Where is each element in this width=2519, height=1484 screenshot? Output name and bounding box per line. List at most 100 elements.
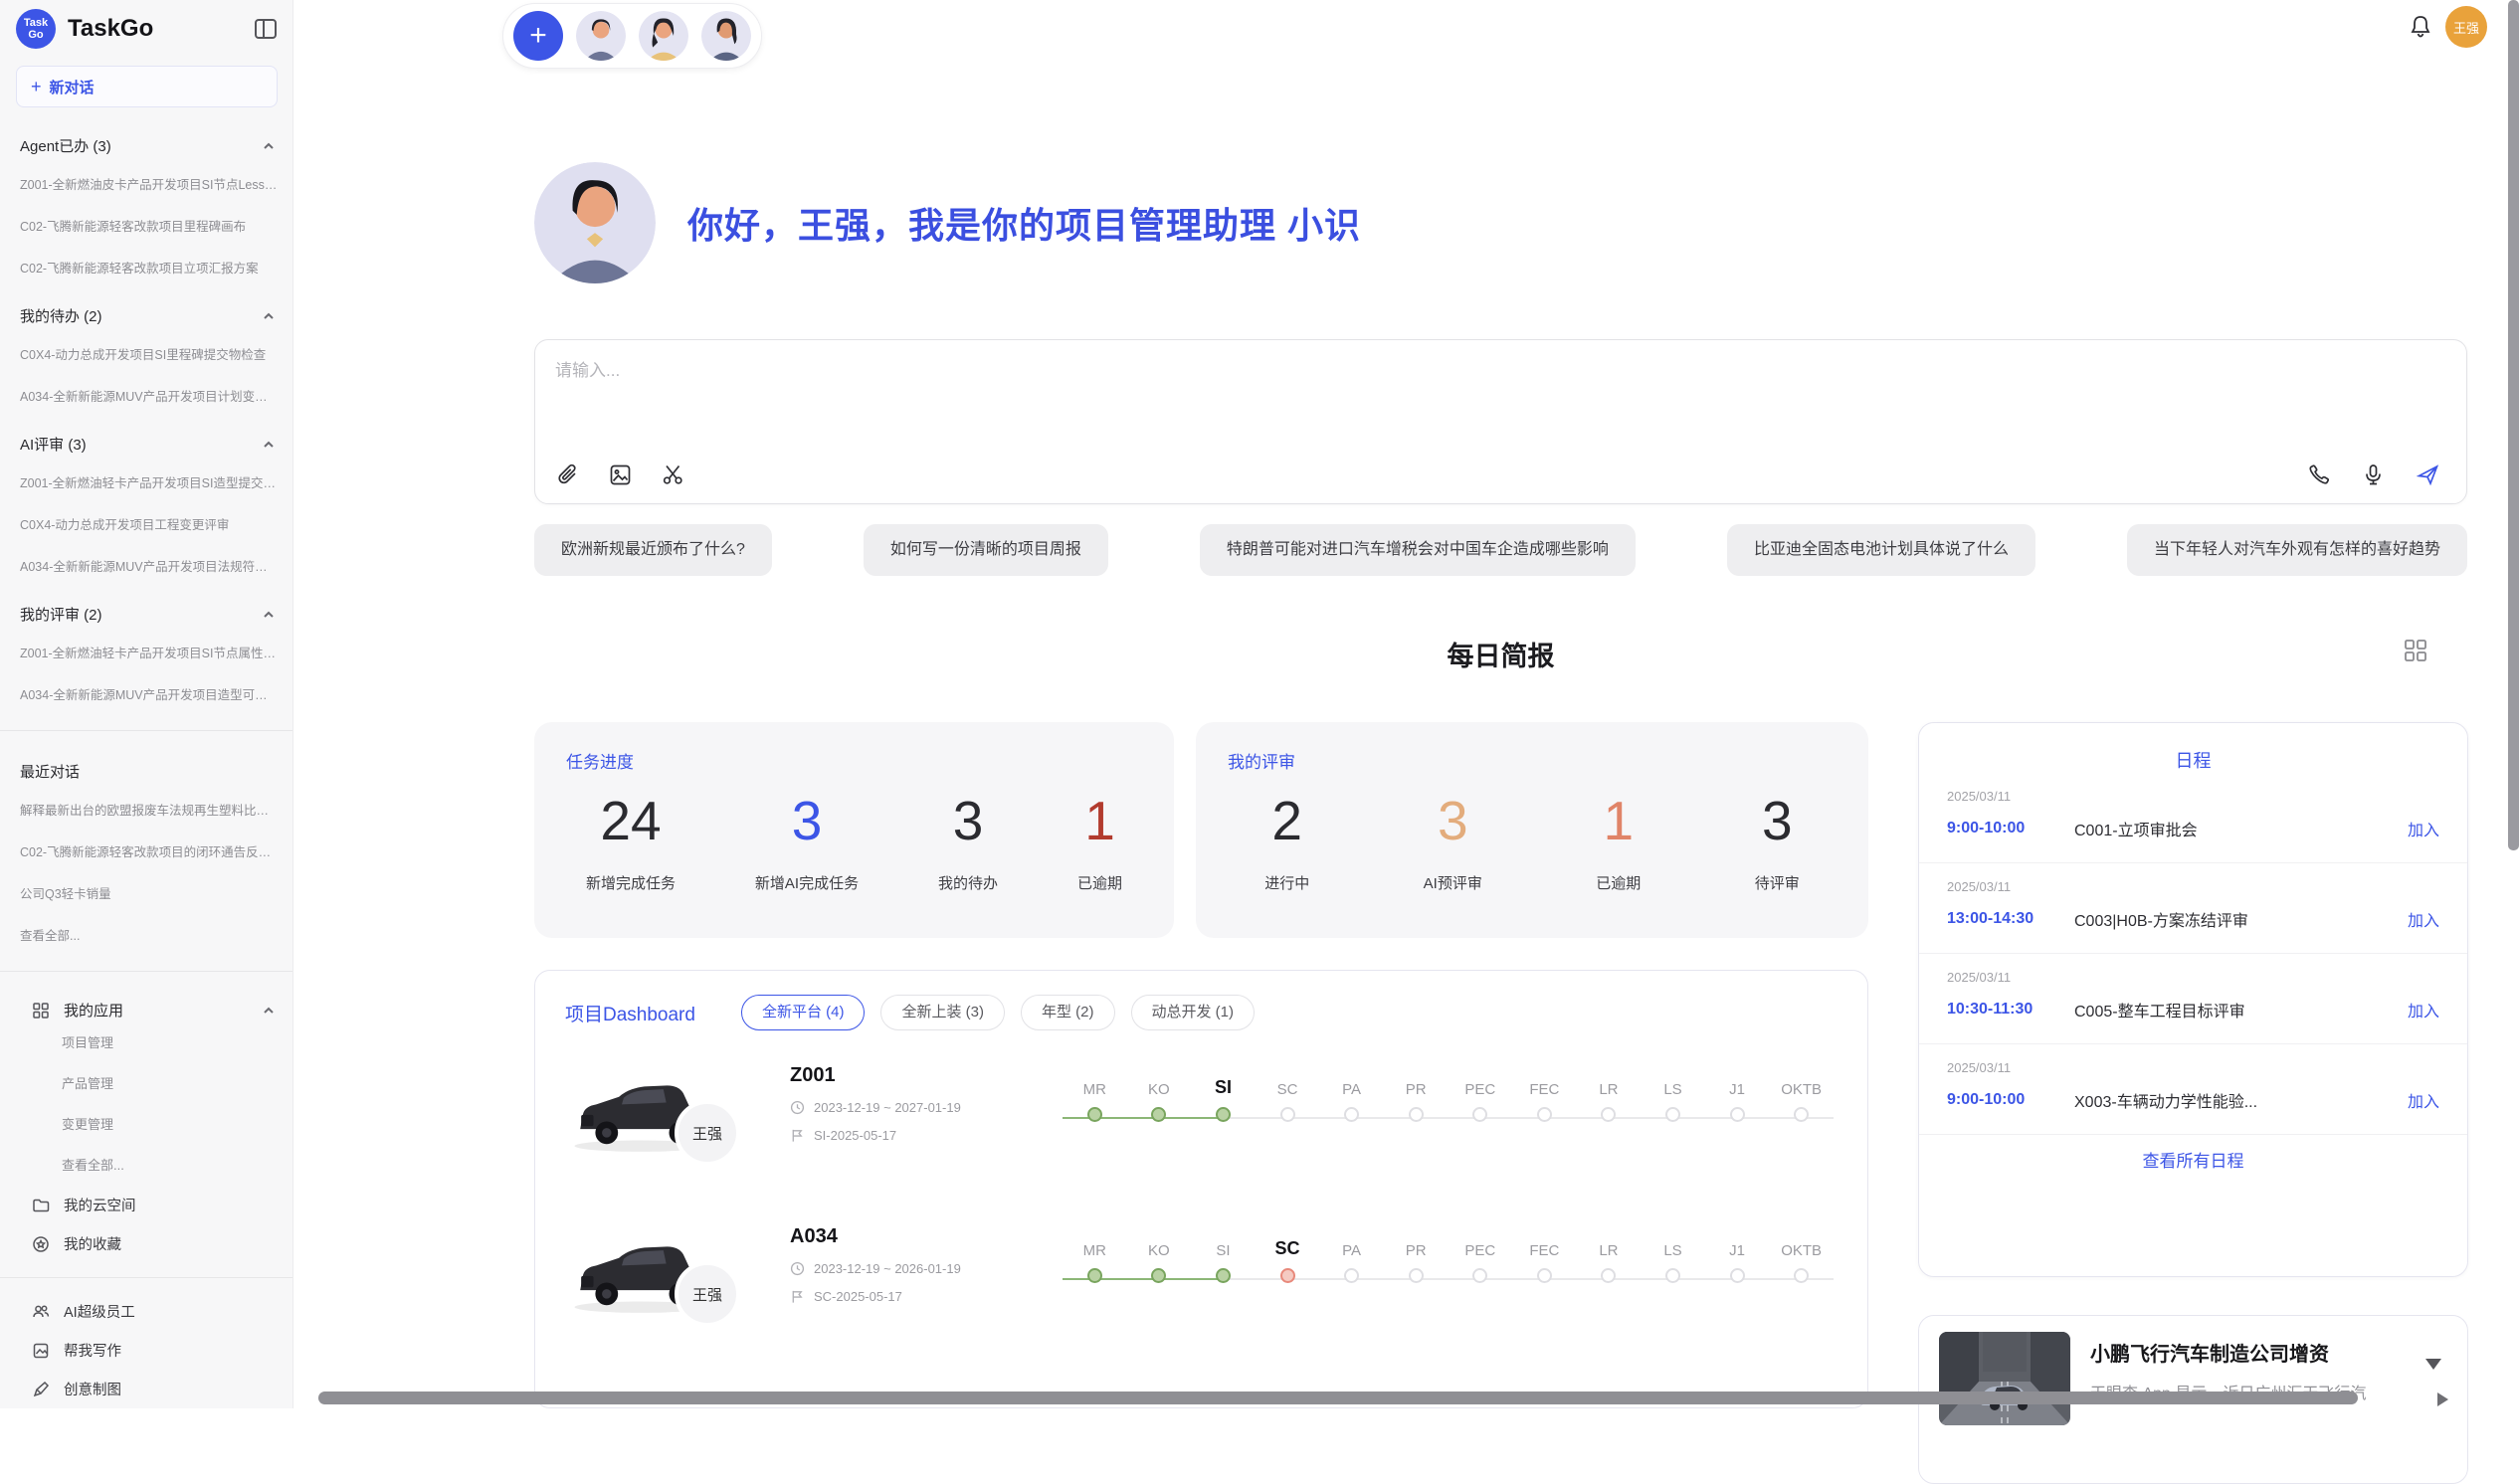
suggestion-chip[interactable]: 比亚迪全固态电池计划具体说了什么 — [1727, 524, 2035, 576]
pen-icon — [32, 1381, 50, 1398]
section-my-todo[interactable]: 我的待办 (2) — [0, 289, 292, 334]
sidebar-item[interactable]: A034-全新新能源MUV产品开发项目计划变更表编写 — [0, 376, 292, 418]
suggestion-chip[interactable]: 特朗普可能对进口汽车增税会对中国车企造成哪些影响 — [1200, 524, 1636, 576]
stat: 3 待评审 — [1755, 791, 1800, 893]
microphone-icon[interactable] — [2361, 463, 2386, 487]
layout-grid-icon[interactable] — [2402, 637, 2429, 664]
schedule-time: 13:00-14:30 — [1947, 910, 2074, 928]
stat-label: 已逾期 — [1596, 872, 1641, 893]
avatar[interactable] — [639, 11, 688, 61]
my-apps-header[interactable]: 我的应用 — [0, 986, 292, 1022]
schedule-item: 2025/03/11 9:00-10:00 C001-立项审批会 加入 — [1919, 773, 2467, 863]
ai-super-staff[interactable]: AI超级员工 — [0, 1292, 292, 1331]
app-item-change-mgmt[interactable]: 变更管理 — [0, 1104, 292, 1145]
join-link[interactable]: 加入 — [2408, 998, 2439, 1021]
image-icon[interactable] — [608, 463, 633, 487]
app-item-project-mgmt[interactable]: 项目管理 — [0, 1022, 292, 1063]
chat-input[interactable] — [555, 354, 2246, 388]
milestone-dot — [1280, 1107, 1295, 1122]
milestone-label: PA — [1319, 1081, 1384, 1098]
sidebar-item[interactable]: C0X4-动力总成开发项目工程变更评审 — [0, 504, 292, 546]
section-agent-done[interactable]: Agent已办 (3) — [0, 119, 292, 164]
join-link[interactable]: 加入 — [2408, 907, 2439, 931]
scissors-icon[interactable] — [661, 463, 685, 487]
chevron-up-icon[interactable] — [263, 140, 275, 152]
tab-model-year[interactable]: 年型 (2) — [1021, 995, 1115, 1030]
send-icon[interactable] — [2416, 463, 2440, 487]
milestone-label: MR — [1063, 1242, 1127, 1259]
apps-view-all[interactable]: 查看全部... — [0, 1145, 292, 1186]
collapse-sidebar-icon[interactable] — [255, 19, 277, 39]
stat-label: 已逾期 — [1077, 872, 1122, 893]
schedule-card: 日程 2025/03/11 9:00-10:00 C001-立项审批会 加入 2… — [1918, 722, 2468, 1277]
view-all-schedule-link[interactable]: 查看所有日程 — [1919, 1135, 2467, 1172]
project-row[interactable]: 王强 Z001 2023-12-19 ~ 2027-01-19 SI-2025-… — [535, 1050, 1867, 1211]
notifications-bell-icon[interactable] — [2408, 14, 2433, 40]
milestone-dot — [1537, 1107, 1552, 1122]
milestone-dots — [1063, 1107, 1834, 1122]
section-my-review[interactable]: 我的评审 (2) — [0, 588, 292, 633]
task-progress-card: 任务进度 24 新增完成任务 3 新增AI完成任务 3 我的待办 1 已逾期 — [534, 722, 1174, 938]
project-owner-badge: 王强 — [675, 1261, 740, 1327]
stat-value: 3 — [755, 791, 859, 850]
chevron-up-icon[interactable] — [263, 609, 275, 621]
project-row[interactable]: 王强 A034 2023-12-19 ~ 2026-01-19 SC-2025-… — [535, 1211, 1867, 1373]
stat-label: 新增AI完成任务 — [755, 872, 859, 893]
greeting-row: 你好，王强，我是你的项目管理助理 小识 — [534, 162, 1361, 283]
attachment-paperclip-icon[interactable] — [555, 463, 580, 487]
recent-view-all[interactable]: 查看全部... — [0, 915, 292, 957]
chevron-up-icon[interactable] — [263, 1005, 275, 1017]
recent-chat-item[interactable]: 解释最新出台的欧盟报废车法规再生塑料比例被调至15%... — [0, 790, 292, 832]
help-me-write[interactable]: 帮我写作 — [0, 1331, 292, 1370]
chevron-up-icon[interactable] — [263, 439, 275, 451]
sidebar-item[interactable]: C02-飞腾新能源轻客改款项目里程碑画布 — [0, 206, 292, 248]
suggestion-chips: 欧洲新规最近颁布了什么? 如何写一份清晰的项目周报 特朗普可能对进口汽车增税会对… — [534, 524, 2467, 576]
milestone-label-current: SC — [1256, 1238, 1320, 1259]
section-ai-review[interactable]: AI评审 (3) — [0, 418, 292, 463]
sidebar-item[interactable]: A034-全新新能源MUV产品开发项目造型可行性评审 — [0, 674, 292, 716]
app-item-product-mgmt[interactable]: 产品管理 — [0, 1063, 292, 1104]
suggestion-chip[interactable]: 如何写一份清晰的项目周报 — [864, 524, 1108, 576]
milestone-label: PR — [1384, 1242, 1449, 1259]
sidebar-item[interactable]: Z001-全新燃油轻卡产品开发项目SI节点属性5D文件评审 — [0, 633, 292, 674]
milestone-dot — [1472, 1268, 1487, 1283]
recent-chat-item[interactable]: 公司Q3轻卡销量 — [0, 873, 292, 915]
sidebar-item[interactable]: Z001-全新燃油轻卡产品开发项目SI造型提交物评审 — [0, 463, 292, 504]
tab-new-body[interactable]: 全新上装 (3) — [880, 995, 1005, 1030]
horizontal-scrollbar[interactable] — [318, 1391, 2358, 1404]
project-code: Z001 — [790, 1064, 961, 1087]
sidebar-item[interactable]: A034-全新新能源MUV产品开发项目法规符合性评审 — [0, 546, 292, 588]
chevron-up-icon[interactable] — [263, 310, 275, 322]
sidebar-item[interactable]: Z001-全新燃油皮卡产品开发项目SI节点Lesson Learn报告 — [0, 164, 292, 206]
project-flag: SI-2025-05-17 — [790, 1128, 961, 1143]
project-period: 2023-12-19 ~ 2026-01-19 — [790, 1261, 961, 1276]
recent-chat-item[interactable]: C02-飞腾新能源轻客改款项目的闭环通告反馈情况 — [0, 832, 292, 873]
dashboard-header: 项目Dashboard 全新平台 (4) 全新上装 (3) 年型 (2) 动总开… — [535, 971, 1867, 1050]
tab-powertrain-dev[interactable]: 动总开发 (1) — [1131, 995, 1256, 1030]
stat: 1 已逾期 — [1596, 791, 1641, 893]
join-link[interactable]: 加入 — [2408, 1088, 2439, 1112]
scroll-right-arrow[interactable] — [2437, 1392, 2448, 1406]
avatar[interactable] — [576, 11, 626, 61]
my-favorites[interactable]: 我的收藏 — [0, 1224, 292, 1263]
suggestion-chip[interactable]: 当下年轻人对汽车外观有怎样的喜好趋势 — [2127, 524, 2467, 576]
suggestion-chip[interactable]: 欧洲新规最近颁布了什么? — [534, 524, 772, 576]
add-conversation-button[interactable]: + — [513, 11, 563, 61]
phone-call-icon[interactable] — [2306, 463, 2331, 487]
my-cloud-space[interactable]: 我的云空间 — [0, 1186, 292, 1224]
join-link[interactable]: 加入 — [2408, 817, 2439, 840]
sidebar-item[interactable]: C0X4-动力总成开发项目SI里程碑提交物检查 — [0, 334, 292, 376]
project-flag: SC-2025-05-17 — [790, 1289, 961, 1304]
input-left-tools — [555, 463, 685, 487]
avatar[interactable] — [701, 11, 751, 61]
new-chat-button[interactable]: + 新对话 — [16, 66, 278, 107]
stat: 24 新增完成任务 — [586, 791, 676, 893]
scroll-down-arrow[interactable] — [2425, 1359, 2441, 1370]
user-avatar[interactable]: 王强 — [2445, 6, 2487, 48]
milestone-timeline: MR KO SI SC PA PR PEC FEC LR LS J1 OKTB — [1063, 1068, 1834, 1129]
milestone-dot — [1601, 1107, 1616, 1122]
tab-all-new-platform[interactable]: 全新平台 (4) — [741, 995, 866, 1030]
vertical-scrollbar[interactable] — [2508, 0, 2519, 850]
sidebar-item[interactable]: C02-飞腾新能源轻客改款项目立项汇报方案 — [0, 248, 292, 289]
creative-drawing[interactable]: 创意制图 — [0, 1370, 292, 1408]
